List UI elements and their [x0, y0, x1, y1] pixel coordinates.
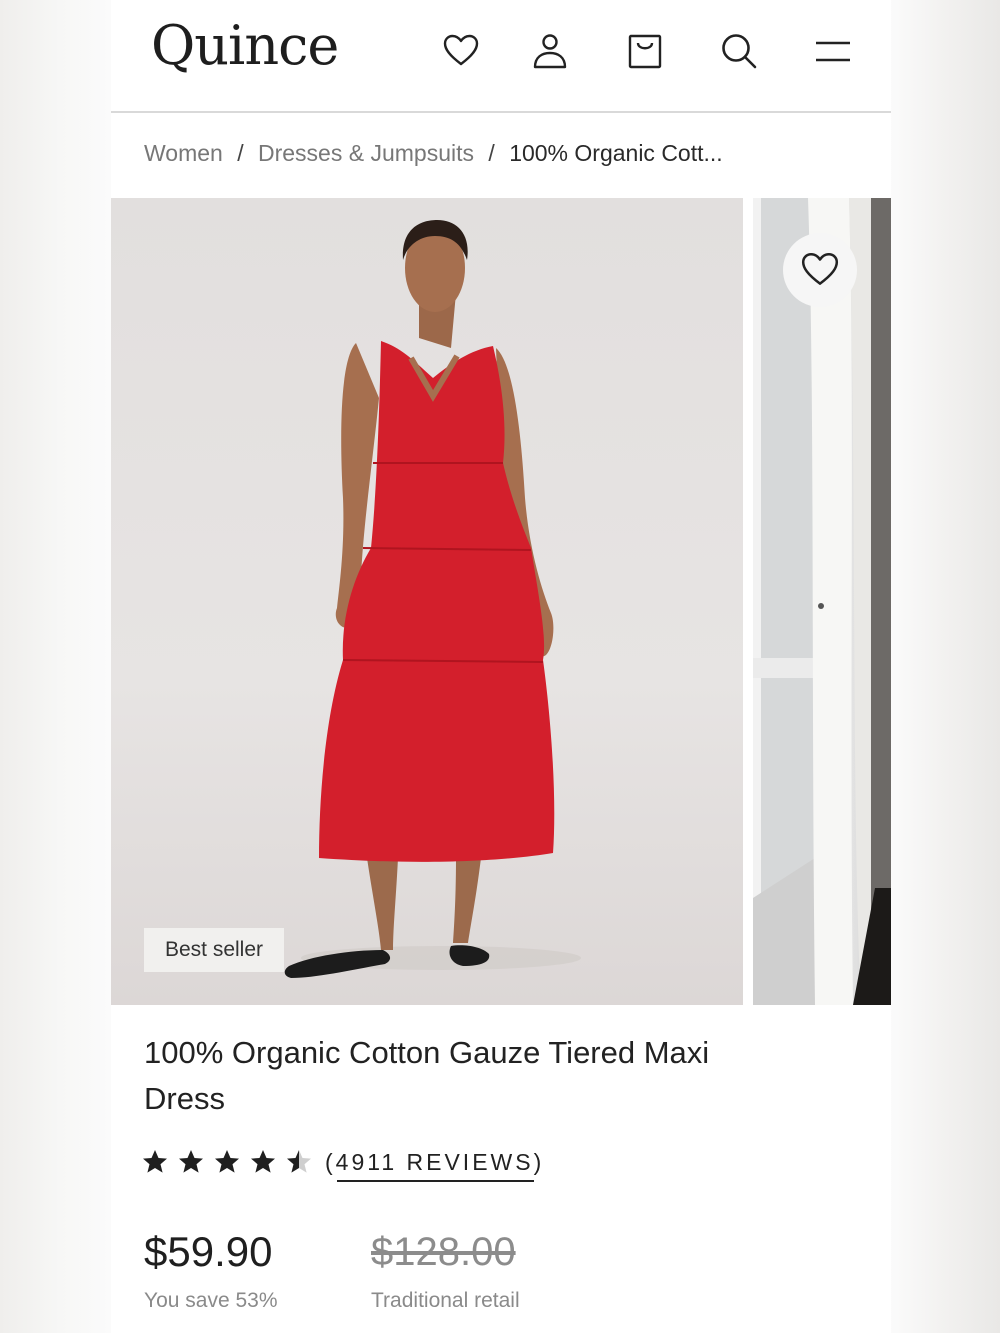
- reviews-count: (4911 REVIEWS): [325, 1148, 545, 1175]
- menu-icon[interactable]: [808, 26, 858, 76]
- search-icon[interactable]: [714, 26, 764, 76]
- product-gallery[interactable]: Best seller: [111, 198, 891, 1005]
- star-icon: [287, 1150, 311, 1173]
- savings-text: You save 53%: [144, 1289, 278, 1312]
- product-image-secondary[interactable]: [753, 198, 891, 1005]
- breadcrumb-separator: /: [488, 140, 495, 166]
- breadcrumb-women[interactable]: Women: [144, 140, 223, 166]
- star-rating: [141, 1148, 313, 1176]
- favorite-button[interactable]: [783, 233, 857, 307]
- breadcrumb: Women / Dresses & Jumpsuits / 100% Organ…: [144, 140, 723, 167]
- star-icon: [179, 1150, 203, 1173]
- star-icon: [143, 1150, 167, 1173]
- product-title: 100% Organic Cotton Gauze Tiered Maxi Dr…: [144, 1035, 710, 1116]
- curtain-illustration: [753, 198, 891, 1005]
- breadcrumb-dresses-jumpsuits[interactable]: Dresses & Jumpsuits: [258, 140, 474, 166]
- original-price-label: Traditional retail: [371, 1289, 520, 1312]
- best-seller-badge: Best seller: [144, 928, 284, 972]
- reviews-underline: [337, 1179, 535, 1182]
- favorite-heart-icon: [801, 252, 839, 285]
- sale-price: $59.90: [144, 1228, 273, 1275]
- product-image-main[interactable]: Best seller: [111, 198, 743, 1005]
- brand-logo[interactable]: Quince: [151, 14, 339, 77]
- cart-bag-icon[interactable]: [620, 26, 670, 76]
- model-illustration: [284, 220, 581, 978]
- star-icon: [251, 1150, 275, 1173]
- account-icon[interactable]: [525, 26, 575, 76]
- original-price: $128.00: [371, 1230, 516, 1274]
- reviews-link[interactable]: (4911 REVIEWS): [325, 1148, 545, 1182]
- wishlist-heart-icon[interactable]: [436, 26, 486, 76]
- site-header: Quince: [111, 0, 891, 113]
- product-rating: (4911 REVIEWS): [141, 1148, 545, 1182]
- product-page: Quince Women / Dresses & Jumpsuits / 100…: [111, 0, 891, 1333]
- breadcrumb-current: 100% Organic Cott...: [509, 140, 723, 166]
- star-icon: [215, 1150, 239, 1173]
- breadcrumb-separator: /: [237, 140, 244, 166]
